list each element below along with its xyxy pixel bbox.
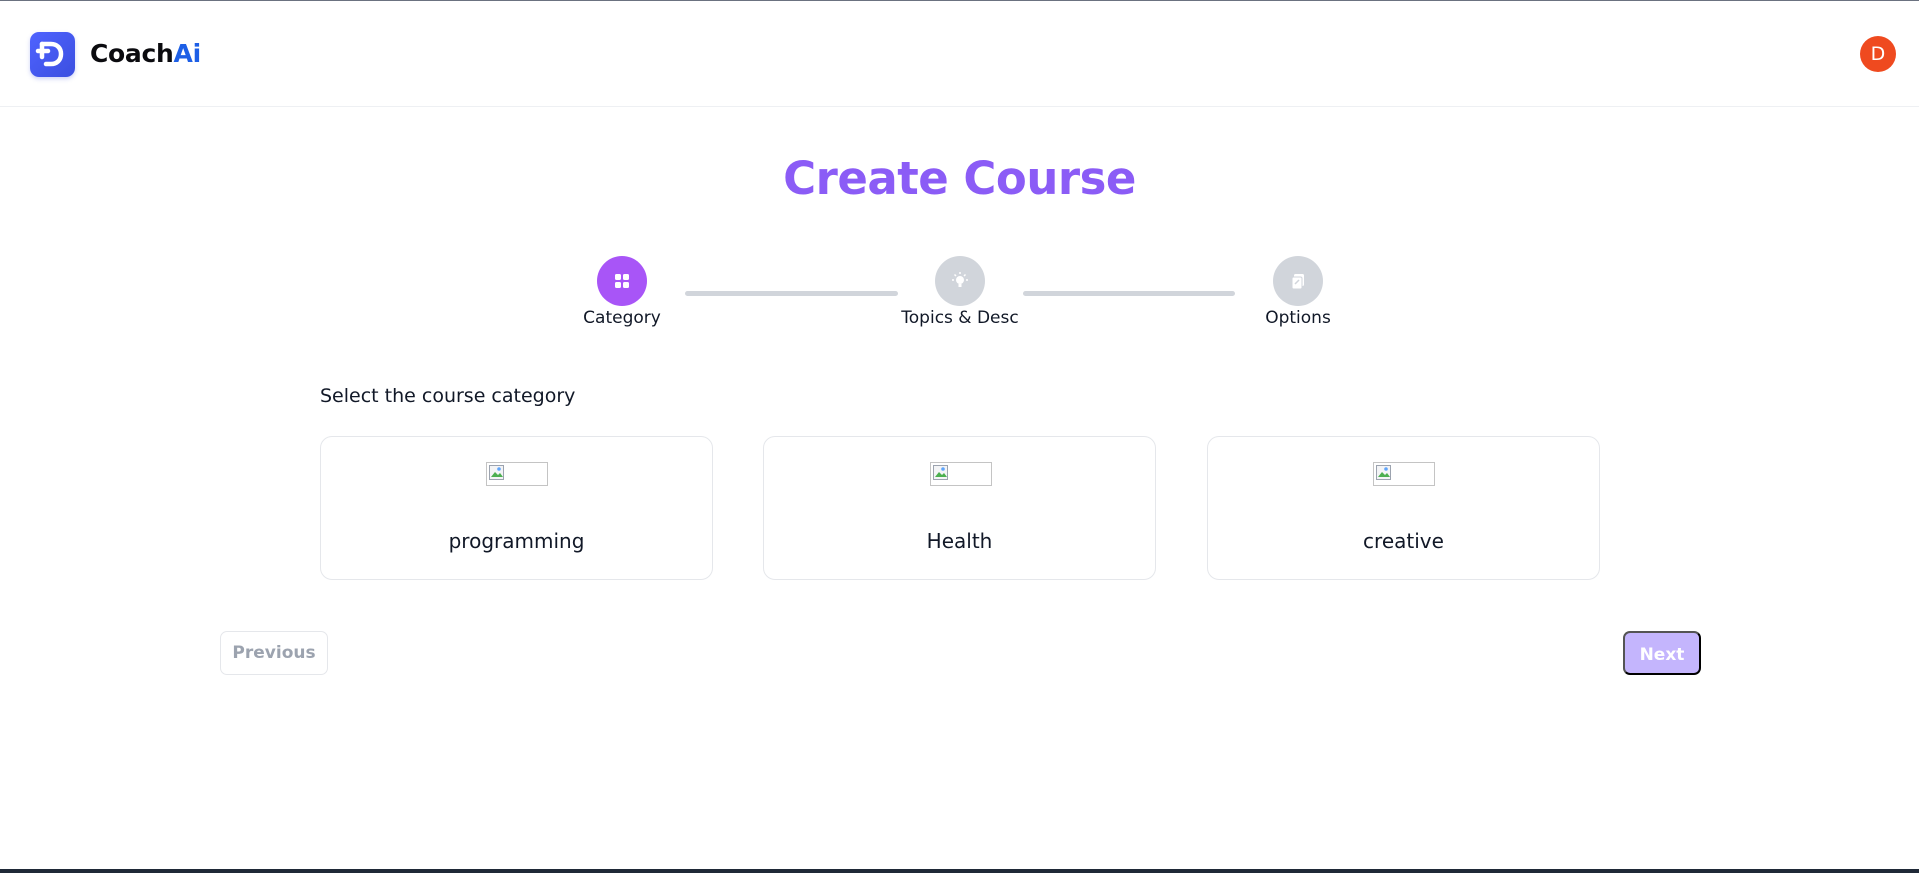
category-label: creative (1363, 529, 1444, 553)
user-avatar[interactable]: D (1860, 36, 1896, 72)
step-connector-2 (1023, 291, 1235, 296)
previous-button[interactable]: Previous (220, 631, 328, 675)
step-category[interactable] (597, 256, 647, 306)
step-label-options: Options (1265, 308, 1331, 328)
grid-icon (615, 274, 629, 288)
broken-image-icon (933, 465, 948, 480)
step-connector-1 (685, 291, 898, 296)
category-prompt: Select the course category (320, 385, 576, 407)
step-label-topics-desc: Topics & Desc (901, 308, 1019, 328)
clipboard-icon (1291, 274, 1304, 290)
step-label-category: Category (583, 308, 661, 328)
next-button[interactable]: Next (1623, 631, 1701, 675)
category-card-creative[interactable]: creative (1207, 436, 1600, 580)
category-card-programming[interactable]: programming (320, 436, 713, 580)
window-bottom-border (0, 869, 1919, 873)
broken-image-icon (489, 465, 504, 480)
category-label: Health (926, 529, 993, 553)
brand-name-part1: Coach (90, 39, 174, 68)
logo-icon (35, 41, 64, 67)
broken-image-icon (1376, 465, 1391, 480)
page-title: Create Course (783, 152, 1136, 205)
category-card-health[interactable]: Health (763, 436, 1156, 580)
lightbulb-icon (952, 272, 968, 287)
brand-name[interactable]: CoachAi (90, 39, 201, 68)
category-image (930, 462, 992, 486)
category-image (1373, 462, 1435, 486)
step-options[interactable] (1273, 256, 1323, 306)
app-header: CoachAi D (0, 1, 1919, 107)
brand-name-part2: Ai (173, 39, 202, 68)
category-image (486, 462, 548, 486)
step-topics-desc[interactable] (935, 256, 985, 306)
category-label: programming (448, 529, 585, 553)
logo[interactable] (30, 32, 75, 77)
